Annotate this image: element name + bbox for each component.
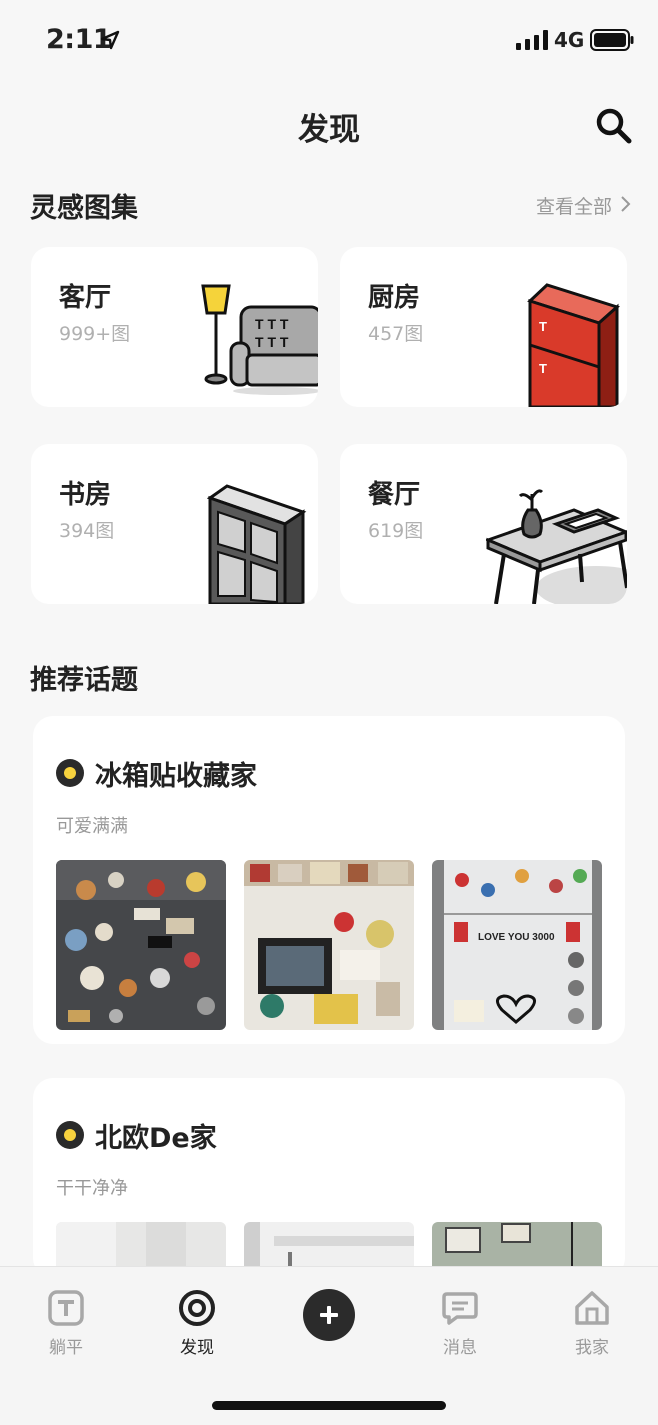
search-icon[interactable] bbox=[594, 106, 634, 146]
category-name: 餐厅 bbox=[368, 480, 421, 510]
signal-icon bbox=[516, 30, 548, 50]
topic-photo[interactable]: LOVE YOU 3000 bbox=[432, 860, 602, 1030]
svg-text:T: T bbox=[539, 319, 547, 334]
topic-subtitle: 干干净净 bbox=[56, 1178, 128, 1199]
tab-label: 躺平 bbox=[49, 1338, 83, 1358]
topic-subtitle: 可爱满满 bbox=[56, 816, 128, 837]
svg-text:T T T: T T T bbox=[255, 316, 289, 332]
tab-bar: 躺平 发现 消息 我家 bbox=[0, 1266, 658, 1425]
topic-title: 冰箱贴收藏家 bbox=[95, 761, 257, 792]
tab-messages[interactable]: 消息 bbox=[410, 1289, 510, 1358]
category-name: 客厅 bbox=[59, 283, 112, 313]
topic-badge-icon bbox=[56, 1121, 84, 1149]
message-icon bbox=[442, 1292, 478, 1325]
topic-photo[interactable] bbox=[56, 860, 226, 1030]
topic-title: 北欧De家 bbox=[95, 1123, 217, 1154]
topics-section-title: 推荐话题 bbox=[30, 665, 138, 696]
publish-button[interactable] bbox=[303, 1289, 355, 1341]
fridge-illustration: T T bbox=[527, 283, 620, 407]
svg-text:T: T bbox=[539, 361, 547, 376]
tab-my-home[interactable]: 我家 bbox=[542, 1289, 642, 1358]
dining-table-illustration bbox=[486, 489, 627, 604]
topic-photo[interactable] bbox=[244, 860, 414, 1030]
category-card-dining[interactable]: 餐厅 619图 bbox=[340, 444, 627, 604]
bookshelf-illustration bbox=[207, 484, 307, 604]
category-count: 999+图 bbox=[59, 323, 131, 345]
svg-text:T T T: T T T bbox=[255, 334, 289, 350]
category-card-living-room[interactable]: 客厅 999+图 T T T T T T bbox=[31, 247, 318, 407]
topic-card-fridge-magnets[interactable]: 冰箱贴收藏家 可爱满满 LOVE YOU 3000 bbox=[33, 716, 625, 1044]
topic-card-nordic-home[interactable]: 北欧De家 干干净净 bbox=[33, 1078, 625, 1278]
category-card-kitchen[interactable]: 厨房 457图 T T bbox=[340, 247, 627, 407]
category-count: 394图 bbox=[59, 520, 115, 542]
tab-tangping[interactable]: 躺平 bbox=[16, 1289, 116, 1358]
tab-label: 消息 bbox=[443, 1338, 477, 1358]
category-count: 619图 bbox=[368, 520, 424, 542]
category-name: 书房 bbox=[59, 480, 112, 510]
category-count: 457图 bbox=[368, 323, 424, 345]
network-type: 4G bbox=[554, 28, 585, 52]
location-arrow-icon bbox=[100, 30, 120, 50]
target-icon bbox=[179, 1290, 215, 1326]
tab-label: 发现 bbox=[180, 1338, 214, 1358]
inspiration-section-title: 灵感图集 bbox=[30, 193, 138, 224]
sofa-lamp-illustration: T T T T T T bbox=[201, 284, 318, 395]
tab-discover[interactable]: 发现 bbox=[147, 1289, 247, 1358]
category-name: 厨房 bbox=[368, 283, 421, 313]
category-card-study[interactable]: 书房 394图 bbox=[31, 444, 318, 604]
chevron-right-icon[interactable] bbox=[618, 195, 632, 213]
home-icon bbox=[575, 1291, 609, 1325]
status-bar: 2:11 4G bbox=[0, 0, 658, 80]
topic-badge-icon bbox=[56, 759, 84, 787]
battery-icon bbox=[590, 29, 634, 51]
see-all-link[interactable]: 查看全部 bbox=[536, 192, 612, 219]
plus-icon bbox=[320, 1306, 338, 1324]
home-indicator[interactable] bbox=[212, 1401, 446, 1410]
t-square-icon bbox=[48, 1290, 84, 1326]
tab-label: 我家 bbox=[575, 1338, 609, 1358]
page-title: 发现 bbox=[298, 112, 360, 148]
magnet-text: LOVE YOU 3000 bbox=[478, 932, 555, 943]
